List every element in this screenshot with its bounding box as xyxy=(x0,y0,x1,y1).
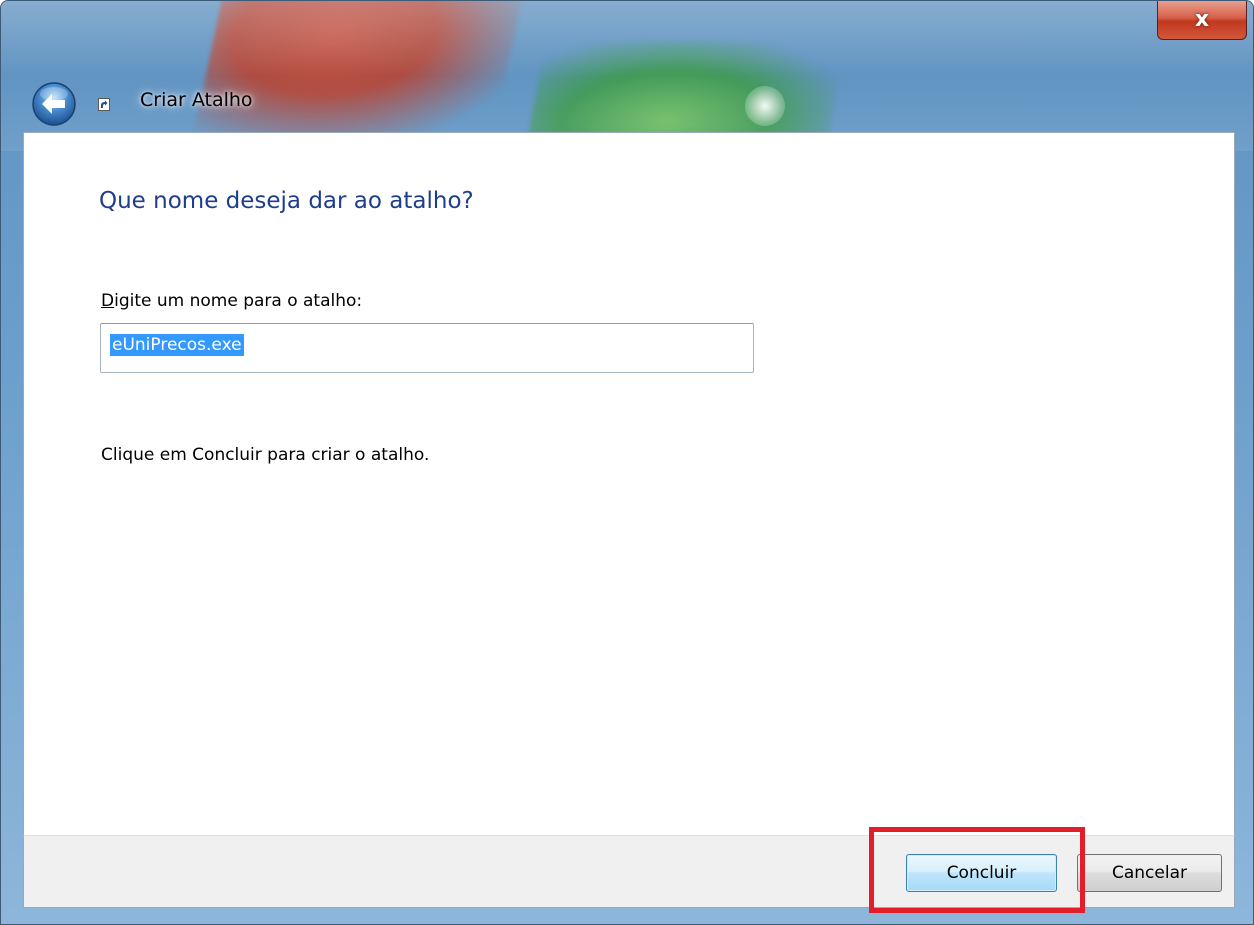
title-bar: x Criar Atalho xyxy=(1,1,1253,131)
create-shortcut-window: x Criar Atalho Que nome deseja dar ao at… xyxy=(0,0,1254,925)
instruction-text: Clique em Concluir para criar o atalho. xyxy=(101,445,430,465)
page-title: Que nome deseja dar ao atalho? xyxy=(99,188,474,214)
shortcut-name-label: Digite um nome para o atalho: xyxy=(101,291,362,311)
back-arrow-icon xyxy=(32,82,76,126)
wizard-footer: Concluir Cancelar xyxy=(23,835,1235,908)
shortcut-name-input[interactable]: eUniPrecos.exe xyxy=(100,323,754,373)
shortcut-name-value: eUniPrecos.exe xyxy=(110,334,244,356)
shortcut-name-label-text: igite um nome para o atalho: xyxy=(114,291,363,311)
cancel-button[interactable]: Cancelar xyxy=(1077,854,1222,892)
close-icon: x xyxy=(1194,6,1210,32)
wizard-content: Que nome deseja dar ao atalho? Digite um… xyxy=(23,132,1235,836)
shortcut-name-label-mnemonic: D xyxy=(101,291,115,311)
window-title: Criar Atalho xyxy=(140,89,253,111)
back-button[interactable] xyxy=(31,81,77,127)
close-button[interactable]: x xyxy=(1157,1,1247,40)
shortcut-icon xyxy=(98,98,110,111)
finish-button[interactable]: Concluir xyxy=(906,854,1057,892)
